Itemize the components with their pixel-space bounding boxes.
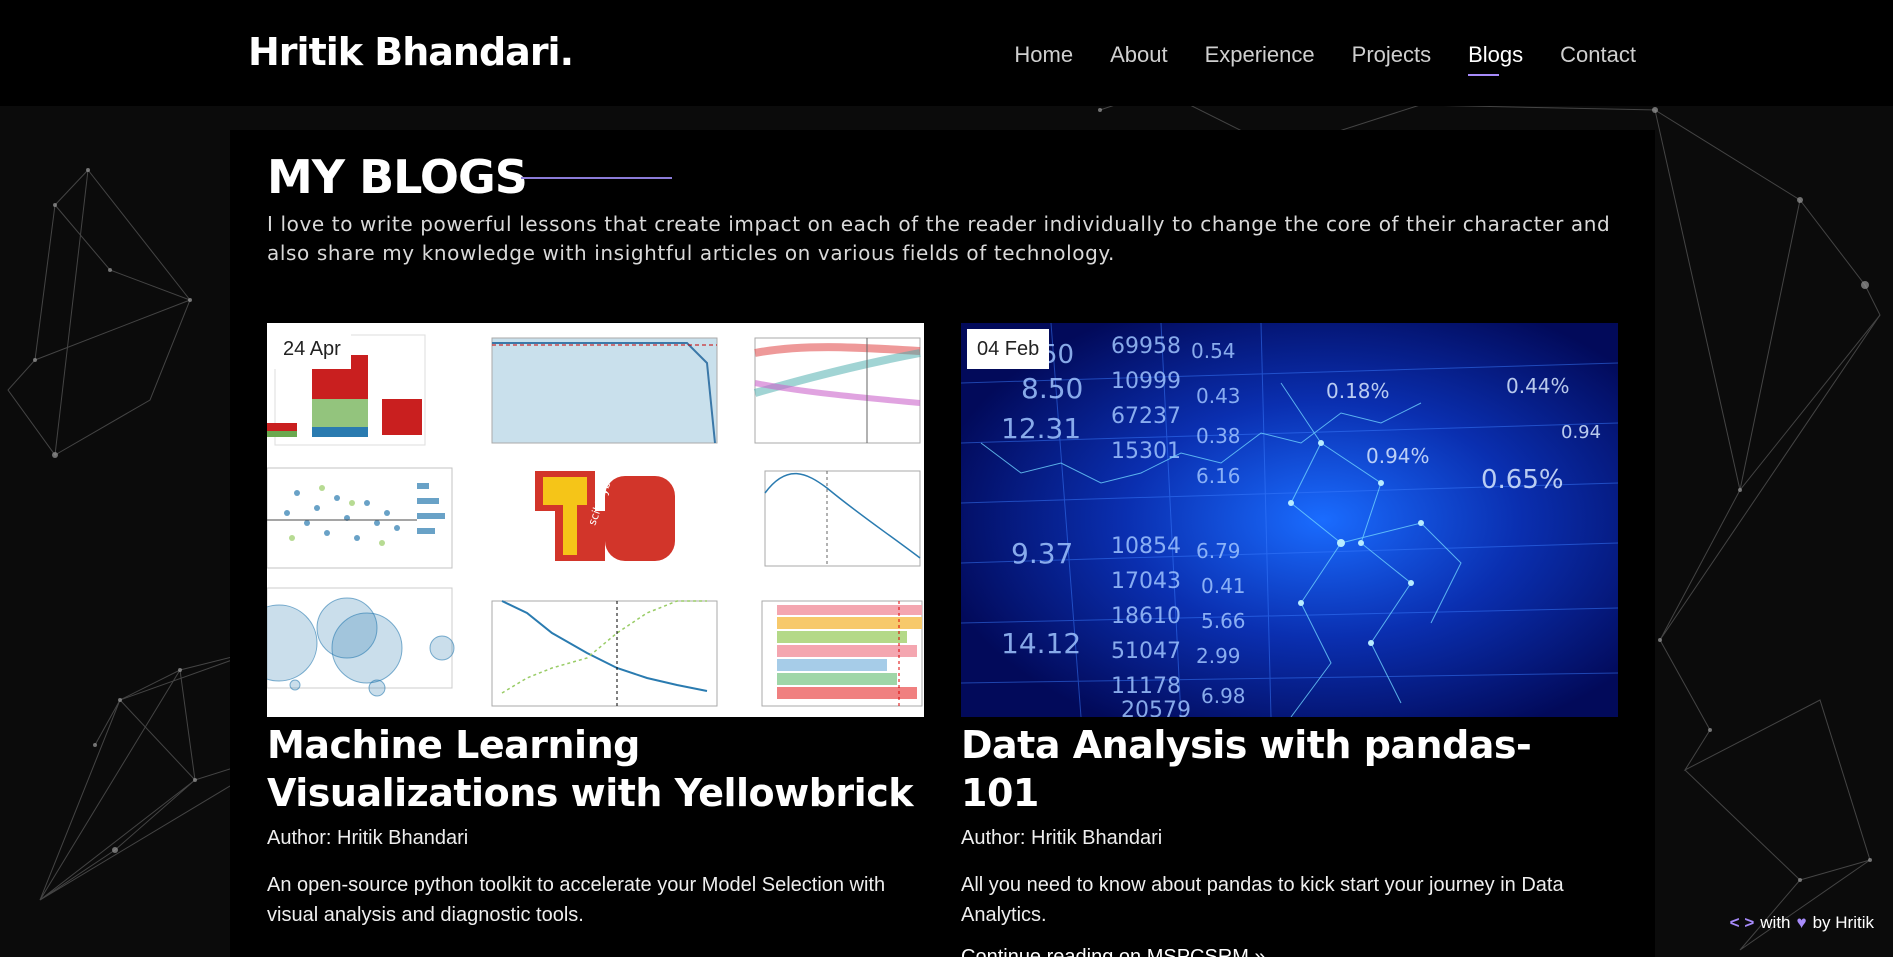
nav-contact[interactable]: Contact bbox=[1560, 42, 1636, 68]
nav-about[interactable]: About bbox=[1110, 42, 1168, 68]
svg-text:17043: 17043 bbox=[1111, 569, 1181, 594]
post-date-badge: 24 Apr bbox=[273, 329, 351, 369]
post-date-badge: 04 Feb bbox=[967, 329, 1050, 369]
svg-text:5.66: 5.66 bbox=[1201, 609, 1246, 633]
navbar: Hritik Bhandari. Home About Experience P… bbox=[0, 0, 1893, 106]
svg-text:12.31: 12.31 bbox=[1001, 412, 1081, 445]
svg-text:0.38: 0.38 bbox=[1196, 424, 1241, 448]
nav-projects[interactable]: Projects bbox=[1352, 42, 1431, 68]
title-underline bbox=[521, 177, 672, 179]
svg-text:18610: 18610 bbox=[1111, 604, 1181, 629]
svg-text:0.94: 0.94 bbox=[1561, 422, 1601, 443]
section-intro: I love to write powerful lessons that cr… bbox=[267, 212, 1611, 265]
svg-text:8.50: 8.50 bbox=[1021, 372, 1083, 405]
main-nav: Home About Experience Projects Blogs Con… bbox=[977, 42, 1636, 76]
thumb-panel-residuals bbox=[267, 467, 453, 569]
svg-text:6.16: 6.16 bbox=[1196, 464, 1241, 488]
brand-logo[interactable]: Hritik Bhandari. bbox=[248, 30, 574, 74]
thumb-panel-precision-recall bbox=[491, 337, 718, 444]
nav-blogs[interactable]: Blogs bbox=[1468, 42, 1523, 76]
footer-with-text: with bbox=[1760, 913, 1791, 932]
thumb-panel-threshold bbox=[753, 337, 921, 444]
svg-text:0.41: 0.41 bbox=[1201, 574, 1246, 598]
section-title: MY BLOGS bbox=[267, 150, 528, 204]
yellowbrick-collage-image: scikit-yb.org bbox=[267, 323, 924, 717]
footer-credit: < > with ♥ by Hritik bbox=[1730, 913, 1874, 933]
svg-text:15301: 15301 bbox=[1111, 439, 1181, 464]
svg-text:0.54: 0.54 bbox=[1191, 339, 1236, 363]
svg-text:67237: 67237 bbox=[1111, 404, 1181, 429]
footer-by-text: by Hritik bbox=[1812, 913, 1874, 932]
svg-text:0.94%: 0.94% bbox=[1366, 444, 1430, 468]
blog-thumbnail[interactable]: scikit-yb.org 24 Apr bbox=[267, 323, 924, 717]
svg-text:11178: 11178 bbox=[1111, 674, 1181, 699]
post-description: An open-source python toolkit to acceler… bbox=[267, 874, 886, 926]
svg-text:10854: 10854 bbox=[1111, 534, 1181, 559]
blog-card-pandas[interactable]: 50 69958 0.54 8.50 10999 0.43 12.31 6723… bbox=[961, 323, 1618, 957]
post-author: Author: Hritik Bhandari bbox=[267, 827, 469, 849]
post-author: Author: Hritik Bhandari bbox=[961, 827, 1163, 849]
continue-reading-link[interactable]: Continue reading on MSPCSRM » bbox=[961, 946, 1618, 957]
svg-text:0.44%: 0.44% bbox=[1506, 374, 1570, 398]
nav-home[interactable]: Home bbox=[1014, 42, 1073, 68]
thumb-panel-intercluster bbox=[267, 587, 455, 697]
svg-text:0.65%: 0.65% bbox=[1481, 465, 1564, 495]
svg-text:0.43: 0.43 bbox=[1196, 384, 1241, 408]
svg-text:20579: 20579 bbox=[1121, 698, 1191, 717]
blog-card-yellowbrick[interactable]: scikit-yb.org 24 Apr Machine Learning Vi… bbox=[267, 323, 924, 930]
thumb-panel-distortion bbox=[491, 600, 718, 707]
blogs-section: MY BLOGS I love to write powerful lesson… bbox=[230, 130, 1655, 957]
thumb-panel-alpha-error bbox=[764, 470, 921, 567]
thumb-panel-silhouette bbox=[761, 600, 923, 707]
post-title[interactable]: Data Analysis with pandas- 101 bbox=[961, 721, 1618, 817]
svg-text:51047: 51047 bbox=[1111, 639, 1181, 664]
svg-text:14.12: 14.12 bbox=[1001, 627, 1081, 660]
code-icon: < > bbox=[1729, 913, 1755, 932]
blog-thumbnail[interactable]: 50 69958 0.54 8.50 10999 0.43 12.31 6723… bbox=[961, 323, 1618, 717]
svg-text:6.98: 6.98 bbox=[1201, 684, 1246, 708]
post-description: All you need to know about pandas to kic… bbox=[961, 874, 1564, 926]
post-title[interactable]: Machine Learning Visualizations with Yel… bbox=[267, 721, 924, 817]
svg-text:2.99: 2.99 bbox=[1196, 644, 1241, 668]
svg-text:9.37: 9.37 bbox=[1011, 537, 1073, 570]
svg-text:69958: 69958 bbox=[1111, 334, 1181, 359]
svg-text:0.18%: 0.18% bbox=[1326, 379, 1390, 403]
svg-text:10999: 10999 bbox=[1111, 369, 1181, 394]
heart-icon: ♥ bbox=[1796, 913, 1807, 932]
stock-data-image: 50 69958 0.54 8.50 10999 0.43 12.31 6723… bbox=[961, 323, 1618, 717]
svg-text:6.79: 6.79 bbox=[1196, 539, 1241, 563]
nav-experience[interactable]: Experience bbox=[1205, 42, 1315, 68]
